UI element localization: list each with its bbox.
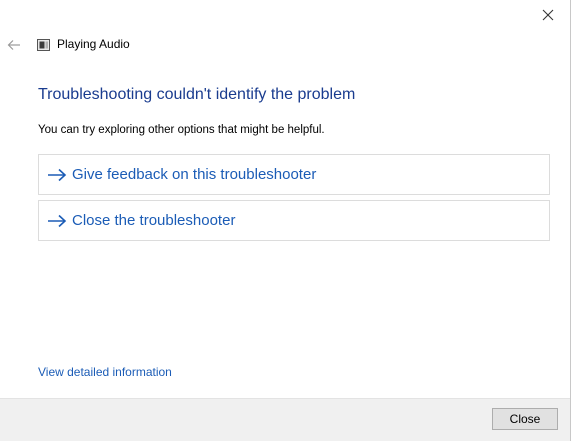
arrow-right-icon — [47, 167, 69, 183]
close-troubleshooter-label: Close the troubleshooter — [72, 212, 236, 229]
give-feedback-option[interactable]: Give feedback on this troubleshooter — [38, 154, 550, 195]
page-subtext: You can try exploring other options that… — [38, 124, 325, 136]
title-bar: Playing Audio — [0, 32, 570, 58]
speaker-troubleshooter-icon — [37, 38, 51, 52]
page-heading: Troubleshooting couldn't identify the pr… — [38, 86, 356, 103]
arrow-right-icon — [47, 213, 69, 229]
window-close-button[interactable] — [534, 4, 562, 26]
window-title: Playing Audio — [57, 37, 130, 51]
close-troubleshooter-option[interactable]: Close the troubleshooter — [38, 200, 550, 241]
back-arrow-icon — [7, 40, 20, 50]
close-icon — [542, 9, 554, 21]
back-button[interactable] — [6, 36, 22, 54]
close-button[interactable]: Close — [492, 408, 558, 430]
footer-bar: Close — [0, 398, 570, 441]
troubleshooter-window: Playing Audio Troubleshooting couldn't i… — [0, 0, 571, 441]
view-detailed-information-link[interactable]: View detailed information — [38, 365, 172, 379]
give-feedback-label: Give feedback on this troubleshooter — [72, 166, 317, 183]
